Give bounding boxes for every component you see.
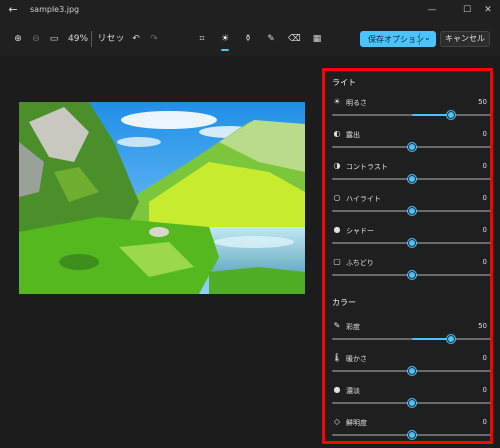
adjustment-label: ハイライト (346, 195, 381, 203)
vignette-icon: ▢ (333, 257, 341, 266)
thermometer-icon: 🌡 (332, 353, 343, 362)
adjustment-label: 鮮明度 (346, 419, 367, 427)
adjustment-label: 彩度 (346, 323, 360, 331)
markup-icon[interactable]: ✎ (265, 22, 277, 56)
minimize-icon[interactable]: — (420, 2, 444, 18)
filter-icon[interactable]: ⚱ (242, 22, 254, 56)
toolbar-divider (91, 31, 92, 47)
slider-thumb[interactable] (407, 399, 416, 407)
adjustment-value: 0 (482, 354, 487, 362)
fit-to-window-icon[interactable]: ▭ (48, 22, 60, 56)
adjustment-value: 50 (478, 98, 487, 106)
color-section-title: カラー (332, 298, 356, 307)
dropper-icon: ✎ (333, 321, 341, 330)
adjustment-slider[interactable] (332, 399, 491, 407)
adjustment-slider[interactable] (332, 431, 491, 439)
adjustment-slider[interactable] (332, 143, 491, 151)
adjustment-label: 濃淡 (346, 387, 360, 395)
adjustment-slider[interactable] (332, 175, 491, 183)
adjustment-slider[interactable] (332, 271, 491, 279)
slider-thumb[interactable] (407, 367, 416, 375)
adjustment-slider[interactable] (332, 111, 491, 119)
adjustment-label: 暖かさ (346, 355, 367, 363)
adjustment-label: コントラスト (346, 163, 388, 171)
adjustment-value: 0 (482, 162, 487, 170)
photo-preview (19, 102, 305, 294)
adjustment-value: 0 (482, 194, 487, 202)
save-options-label: 保存オプション (368, 35, 424, 44)
adjustment-value: 50 (478, 322, 487, 330)
redo-icon[interactable]: ↷ (148, 22, 160, 56)
slider-thumb[interactable] (447, 335, 456, 343)
zoom-in-icon[interactable]: ⊕ (12, 22, 24, 56)
title-bar: ← sample3.jpg — ☐ ✕ (0, 0, 500, 22)
exposure-icon: ◐ (333, 129, 341, 138)
highlight-icon: ○ (333, 193, 341, 202)
save-options-divider (419, 33, 420, 45)
sun-icon: ☀ (333, 97, 341, 106)
erase-icon[interactable]: ⌫ (288, 22, 301, 56)
contrast-icon: ◑ (333, 161, 341, 170)
chevron-down-icon[interactable]: ⌄ (424, 33, 431, 42)
adjustment-value: 0 (482, 226, 487, 234)
adjustment-slider[interactable] (332, 239, 491, 247)
crop-icon[interactable]: ⌗ (196, 22, 208, 56)
adjustments-panel: ライト ☀ 明るさ 50 ◐ 露出 0 ◑ コントラスト 0 ○ ハイライト 0 ● シャドー 0 ▢ ふちどり… (322, 68, 493, 444)
slider-thumb[interactable] (407, 143, 416, 151)
active-tool-indicator (221, 49, 229, 51)
slider-fill (411, 114, 452, 116)
slider-thumb[interactable] (407, 207, 416, 215)
back-arrow-icon[interactable]: ← (6, 3, 20, 17)
slider-thumb[interactable] (407, 175, 416, 183)
adjustment-value: 0 (482, 258, 487, 266)
close-icon[interactable]: ✕ (476, 2, 500, 18)
adjustment-label: 露出 (346, 131, 360, 139)
undo-icon[interactable]: ↶ (130, 22, 142, 56)
light-section-title: ライト (332, 78, 356, 87)
adjustment-label: ふちどり (346, 259, 374, 267)
adjustment-value: 0 (482, 130, 487, 138)
save-options-button[interactable]: 保存オプション ⌄ (360, 31, 436, 47)
slider-thumb[interactable] (407, 239, 416, 247)
adjustment-slider[interactable] (332, 367, 491, 375)
diamond-icon: ◇ (333, 417, 341, 426)
window-title: sample3.jpg (30, 5, 80, 14)
adjustment-value: 0 (482, 386, 487, 394)
adjustment-label: シャドー (346, 227, 374, 235)
cancel-button[interactable]: キャンセル (440, 31, 490, 47)
background-icon[interactable]: ▦ (311, 22, 323, 56)
adjustment-slider[interactable] (332, 335, 491, 343)
slider-thumb[interactable] (447, 111, 456, 119)
drop-icon: ● (333, 385, 341, 394)
adjustment-slider[interactable] (332, 207, 491, 215)
adjustment-label: 明るさ (346, 99, 367, 107)
shadow-icon: ● (333, 225, 341, 234)
slider-thumb[interactable] (407, 431, 416, 439)
zoom-out-icon[interactable]: ⊖ (30, 22, 42, 56)
zoom-level: 49% (68, 34, 89, 44)
slider-fill (411, 338, 452, 340)
adjustment-value: 0 (482, 418, 487, 426)
slider-thumb[interactable] (407, 271, 416, 279)
